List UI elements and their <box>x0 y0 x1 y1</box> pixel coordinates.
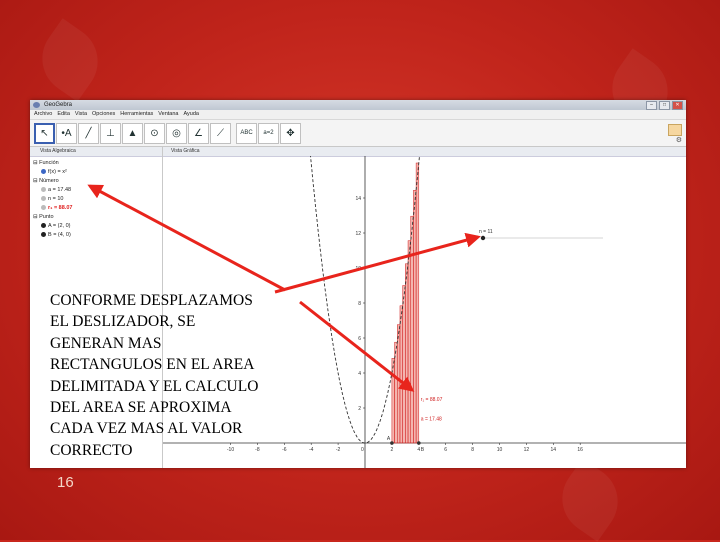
reflect-icon[interactable]: ⟋ <box>210 123 231 144</box>
visibility-toggle-icon[interactable] <box>41 169 46 175</box>
algebra-item[interactable]: A = (2, 0) <box>41 222 70 230</box>
explanation-line: CADA VEZ MAS AL VALOR <box>50 420 243 438</box>
maximize-button[interactable]: □ <box>659 101 670 110</box>
angle-icon[interactable]: ∠ <box>188 123 209 144</box>
explanation-line: GENERAN MAS <box>50 334 162 352</box>
explanation-line: DEL AREA SE APROXIMA <box>50 399 232 417</box>
slider-label: n = 11 <box>479 229 493 235</box>
tree-group-0[interactable]: ⊟ Función <box>33 159 59 167</box>
settings-gear-icon[interactable]: ⚙ <box>676 136 682 144</box>
minimize-button[interactable]: – <box>646 101 657 110</box>
text-abc-icon[interactable]: ABC <box>236 123 257 144</box>
y-tick-label: 2 <box>358 406 361 412</box>
menu-opciones[interactable]: Opciones <box>92 110 115 119</box>
area-a-label: a = 17.48 <box>421 416 442 422</box>
menu-ayuda[interactable]: Ayuda <box>183 110 199 119</box>
slide-number: 16 <box>57 474 74 491</box>
menu-herramientas[interactable]: Herramientas <box>120 110 153 119</box>
algebra-view-title: Vista Algebraica <box>30 147 162 157</box>
algebra-item-text: a = 17.48 <box>48 187 72 193</box>
area-r-label: r₁ = 88.07 <box>421 397 443 403</box>
x-tick-label: 10 <box>497 447 503 453</box>
visibility-toggle-icon[interactable] <box>41 196 46 202</box>
algebra-item-text: A = (2, 0) <box>48 223 71 229</box>
explanation-text: CONFORME DESPLAZAMOS EL DESLIZADOR, SE GEN… <box>50 290 340 461</box>
riemann-rectangle <box>410 215 414 444</box>
ellipse-icon[interactable]: ◎ <box>166 123 187 144</box>
x-tick-label: 12 <box>524 447 530 453</box>
move-view-icon[interactable]: ✥ <box>280 123 301 144</box>
point-b-label: B <box>421 447 425 453</box>
x-tick-label: 6 <box>444 447 447 453</box>
y-tick-label: 8 <box>358 301 361 307</box>
menu-archivo[interactable]: Archivo <box>34 110 52 119</box>
algebra-item-text: f(x) = x² <box>48 169 67 175</box>
riemann-rectangle <box>407 240 411 444</box>
riemann-rectangle <box>405 263 409 444</box>
menu-vista[interactable]: Vista <box>75 110 87 119</box>
point-a-label: A <box>387 436 391 442</box>
point-icon[interactable]: •A <box>56 123 77 144</box>
x-tick-label: 2 <box>391 447 394 453</box>
menu-bar: Archivo Edita Vista Opciones Herramientas Ven… <box>30 110 686 120</box>
algebra-item[interactable]: n = 10 <box>41 195 63 203</box>
riemann-rectangle <box>413 190 417 444</box>
y-tick-label: 4 <box>358 371 361 377</box>
menu-ventana[interactable]: Ventana <box>158 110 178 119</box>
algebra-item-text: n = 10 <box>48 196 64 202</box>
x-tick-label: 14 <box>551 447 557 453</box>
visibility-toggle-icon[interactable] <box>41 232 46 238</box>
tree-group-2[interactable]: ⊟ Punto <box>33 213 54 221</box>
riemann-rectangle <box>415 162 420 444</box>
menu-edita[interactable]: Edita <box>57 110 70 119</box>
visibility-toggle-icon[interactable] <box>41 187 46 193</box>
tool-bar: ⚙ ↖ •A ╱ ⊥ ▲ ⊙ ◎ ∠ ⟋ ABC a=2 ✥ <box>30 120 686 147</box>
title-bar: GeoGebra – □ ✕ <box>30 100 686 110</box>
algebra-item[interactable]: r₁ = 88.07 <box>41 204 72 212</box>
slider-icon[interactable]: a=2 <box>258 123 279 144</box>
polygon-icon[interactable]: ▲ <box>122 123 143 144</box>
riemann-rectangle <box>402 285 406 444</box>
y-tick-label: 14 <box>355 196 361 202</box>
tree-group-1[interactable]: ⊟ Número <box>33 177 59 185</box>
explanation-line: DELIMITADA Y EL CALCULO <box>50 377 259 395</box>
explanation-line: CORRECTO <box>50 441 133 459</box>
explanation-line: CONFORME DESPLAZAMOS <box>50 292 253 309</box>
y-tick-label: 12 <box>355 231 361 237</box>
line-icon[interactable]: ╱ <box>78 123 99 144</box>
export-icon[interactable] <box>668 124 682 136</box>
y-tick-label: 10 <box>355 266 361 272</box>
algebra-item-text: r₁ = 88.07 <box>48 205 73 211</box>
app-icon <box>33 102 40 108</box>
slider-handle <box>480 235 486 241</box>
y-tick-label: 6 <box>358 336 361 342</box>
close-button[interactable]: ✕ <box>672 101 683 110</box>
visibility-toggle-icon[interactable] <box>41 205 46 211</box>
point-a <box>390 441 394 445</box>
x-tick-label: 8 <box>471 447 474 453</box>
x-tick-label: 16 <box>577 447 583 453</box>
point-b <box>417 441 421 445</box>
algebra-item[interactable]: f(x) = x² <box>41 168 67 176</box>
origin-label: 0 <box>361 447 364 453</box>
window-title: GeoGebra <box>44 102 73 108</box>
visibility-toggle-icon[interactable] <box>41 223 46 229</box>
explanation-line: RECTANGULOS EN EL AREA <box>50 356 255 374</box>
algebra-item[interactable]: a = 17.48 <box>41 186 71 194</box>
move-arrow-icon[interactable]: ↖ <box>34 123 55 144</box>
perpendicular-icon[interactable]: ⊥ <box>100 123 121 144</box>
circle-icon[interactable]: ⊙ <box>144 123 165 144</box>
algebra-item[interactable]: B = (4, 0) <box>41 231 71 239</box>
algebra-item-text: B = (4, 0) <box>48 232 71 238</box>
explanation-line: EL DESLIZADOR, SE <box>50 313 196 331</box>
riemann-rectangle <box>399 305 403 444</box>
